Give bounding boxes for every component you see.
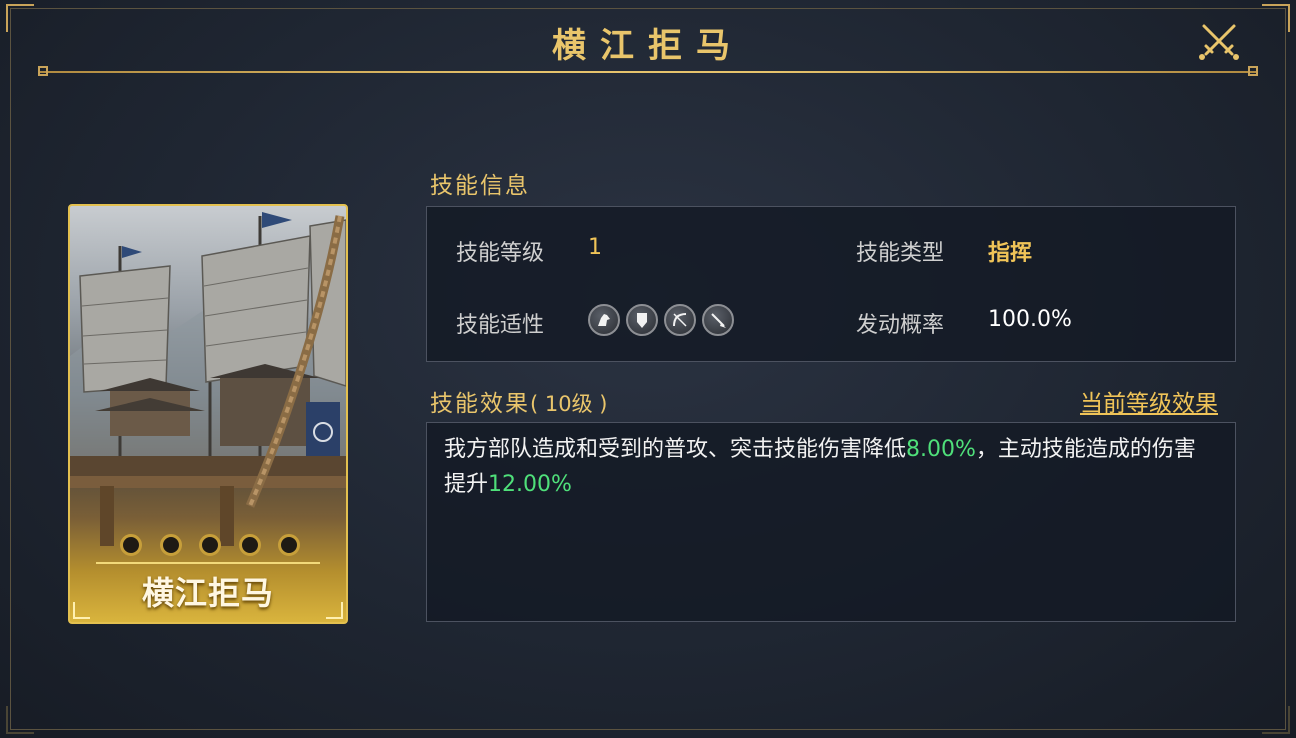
shield-icon[interactable] [626,304,658,336]
current-level-effect-link[interactable]: 当前等级效果 [1080,384,1218,418]
star-slot [159,534,182,556]
star-slot [199,534,221,556]
title-divider [38,66,1258,76]
cavalry-icon[interactable] [588,304,620,336]
skill-effect-description: 我方部队造成和受到的普攻、突击技能伤害降低8.00%，主动技能造成的伤害提升12… [444,432,1216,502]
bow-icon[interactable] [664,304,696,336]
title-bar: 横江拒马 [0,0,1296,78]
star-slots [120,534,300,558]
activation-chance-label: 发动概率 [856,313,945,338]
card-skill-name: 横江拒马 [141,574,274,612]
skill-info-panel [426,206,1236,362]
skill-card: 横江拒马 [68,204,348,624]
effect-text-1: 我方部队造成和受到的普攻、突击技能伤害降低 [444,437,907,462]
effect-value-2: 12.00% [488,472,572,497]
star-slot [278,534,300,556]
skill-aptitude-label: 技能适性 [456,313,545,338]
star-slot [120,534,142,556]
skill-effect-heading: 技能效果( 10级 ) [430,384,607,418]
skill-level-value: 1 [588,235,602,260]
spear-icon[interactable] [702,304,734,336]
skill-info-heading: 技能信息 [430,173,530,199]
close-button[interactable] [1198,20,1240,62]
ship-scene-illustration [70,212,346,619]
star-slot [238,534,261,556]
skill-level-label: 技能等级 [456,241,545,266]
effect-level-note: ( 10级 ) [530,392,608,416]
skill-type-value: 指挥 [988,241,1033,266]
effect-value-1: 8.00% [906,437,976,462]
page-title: 横江拒马 [552,26,744,66]
crossed-swords-close-icon [1199,24,1239,60]
skill-effect-title: 技能效果 [430,391,530,417]
aptitude-icons [588,304,734,336]
card-divider [96,562,320,564]
frame-corner [1262,706,1290,734]
activation-chance-value: 100.0% [988,307,1072,332]
skill-type-label: 技能类型 [856,241,945,266]
frame-corner [6,706,34,734]
